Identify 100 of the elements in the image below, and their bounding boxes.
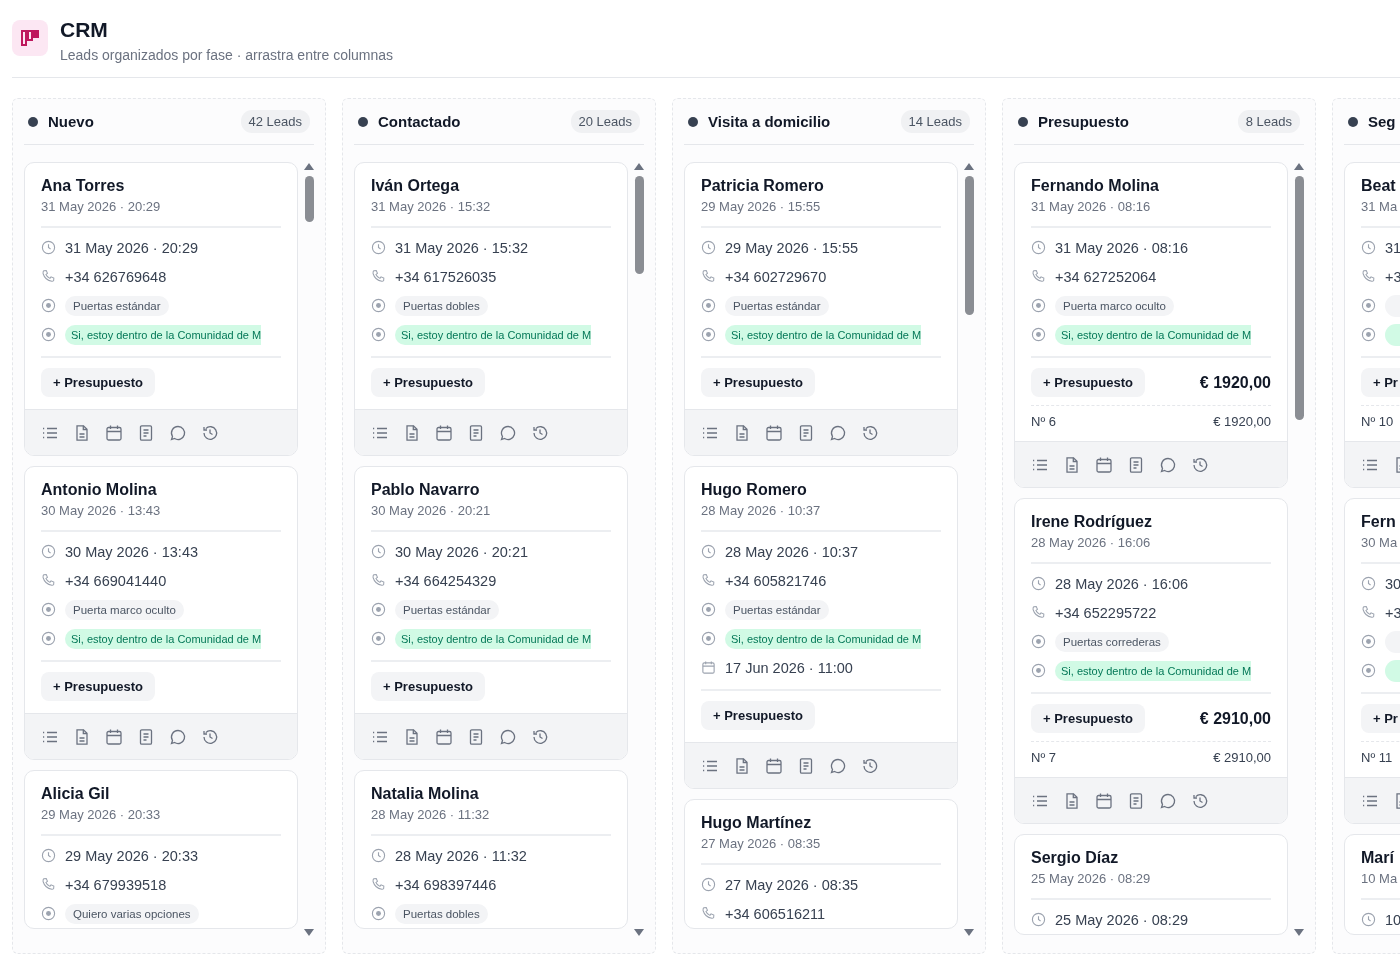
chat-icon[interactable] — [829, 423, 847, 442]
scroll-down-icon[interactable] — [964, 929, 974, 937]
scroll-down-icon[interactable] — [1294, 929, 1304, 937]
calendar-icon[interactable] — [105, 423, 123, 442]
phone-number: +34 652295722 — [1055, 604, 1157, 621]
document-icon[interactable] — [403, 727, 421, 746]
calendar-icon[interactable] — [765, 423, 783, 442]
phone-icon — [371, 269, 386, 284]
notes-icon[interactable] — [1127, 791, 1145, 810]
lead-name: Hugo Romero — [701, 480, 808, 500]
lead-card[interactable]: Ana Torres 31 May 2026 · 20:29 31 May 2026 · 20:29 +34 626769648 Puertas estándar Si, estoy dentro de la Comunidad de M + Presupuesto — [24, 162, 298, 456]
lead-card[interactable]: Irene Rodríguez 28 May 2026 · 16:06 28 May 2026 · 16:06 +34 652295722 Puertas correderas Si, estoy dentro de la Comunidad de M + Presupuesto € 2910,00 Nº 7 € 2910,00 — [1014, 498, 1288, 824]
lead-card[interactable]: Natalia Molina 28 May 2026 · 11:32 28 May 2026 · 11:32 +34 698397446 Puertas dobles — [354, 770, 628, 929]
history-icon[interactable] — [861, 423, 879, 442]
clock-icon — [701, 544, 716, 559]
scrollbar-thumb[interactable] — [1294, 176, 1304, 420]
document-icon[interactable] — [1063, 791, 1081, 810]
date-time: 25 May 2026 · 08:29 — [1055, 911, 1188, 928]
scroll-down-icon[interactable] — [304, 929, 314, 937]
chat-icon[interactable] — [829, 756, 847, 775]
lead-card[interactable]: Hugo Romero 28 May 2026 · 10:37 28 May 2026 · 10:37 +34 605821746 Puertas estándar Si, estoy dentro de la Comunidad de M 17 Jun 2026 · 11:00 + Presupuesto — [684, 466, 958, 789]
add-quote-button[interactable]: + Pr — [1361, 704, 1400, 733]
add-quote-button[interactable]: + Presupuesto — [41, 368, 155, 397]
lead-date: 31 Ma — [1361, 198, 1399, 216]
lead-card[interactable]: Pablo Navarro 30 May 2026 · 20:21 30 May 2026 · 20:21 +34 664254329 Puertas estándar Si, estoy dentro de la Comunidad de M + Presupuesto — [354, 466, 628, 760]
history-icon[interactable] — [1191, 791, 1209, 810]
radio-icon — [1031, 634, 1046, 649]
product-tag: Puertas dobles — [395, 295, 488, 316]
scroll-up-icon[interactable] — [634, 162, 644, 170]
calendar-icon[interactable] — [435, 423, 453, 442]
calendar-icon[interactable] — [765, 756, 783, 775]
calendar-icon[interactable] — [435, 727, 453, 746]
add-quote-button[interactable]: + Pr — [1361, 368, 1400, 397]
document-icon[interactable] — [403, 423, 421, 442]
add-quote-button[interactable]: + Presupuesto — [1031, 368, 1145, 397]
lead-card[interactable]: Alicia Gil 29 May 2026 · 20:33 29 May 2026 · 20:33 +34 679939518 Quiero varias opciones — [24, 770, 298, 929]
history-icon[interactable] — [201, 727, 219, 746]
notes-icon[interactable] — [137, 727, 155, 746]
lead-date: 28 May 2026 · 11:32 — [371, 806, 491, 824]
scrollbar-thumb[interactable] — [964, 176, 974, 315]
lead-card[interactable]: Marí 10 Ma 10 — [1344, 834, 1400, 935]
chat-icon[interactable] — [499, 727, 517, 746]
add-quote-button[interactable]: + Presupuesto — [371, 368, 485, 397]
chat-icon[interactable] — [169, 727, 187, 746]
add-quote-button[interactable]: + Presupuesto — [41, 672, 155, 701]
phone-number: +34 669041440 — [65, 572, 167, 589]
notes-icon[interactable] — [797, 756, 815, 775]
lead-card[interactable]: Iván Ortega 31 May 2026 · 15:32 31 May 2026 · 15:32 +34 617526035 Puertas dobles Si, estoy dentro de la Comunidad de M + Presupuesto — [354, 162, 628, 456]
document-icon[interactable] — [733, 756, 751, 775]
scroll-up-icon[interactable] — [964, 162, 974, 170]
scroll-up-icon[interactable] — [1294, 162, 1304, 170]
calendar-icon[interactable] — [1095, 791, 1113, 810]
history-icon[interactable] — [531, 727, 549, 746]
calendar-icon[interactable] — [1095, 455, 1113, 474]
chat-icon[interactable] — [169, 423, 187, 442]
history-icon[interactable] — [201, 423, 219, 442]
notes-icon[interactable] — [137, 423, 155, 442]
notes-icon[interactable] — [1127, 455, 1145, 474]
chat-icon[interactable] — [1159, 455, 1177, 474]
calendar-icon[interactable] — [105, 727, 123, 746]
phone-icon — [41, 877, 56, 892]
add-quote-button[interactable]: + Presupuesto — [701, 701, 815, 730]
chat-icon[interactable] — [499, 423, 517, 442]
history-icon[interactable] — [1191, 455, 1209, 474]
notes-icon[interactable] — [467, 423, 485, 442]
document-icon[interactable] — [1063, 455, 1081, 474]
lead-name: Marí — [1361, 848, 1395, 868]
lead-card[interactable]: Antonio Molina 30 May 2026 · 13:43 30 May 2026 · 13:43 +34 669041440 Puerta marco oculto Si, estoy dentro de la Comunidad de M + Presupuesto — [24, 466, 298, 760]
scroll-up-icon[interactable] — [304, 162, 314, 170]
lead-card[interactable]: Sergio Díaz 25 May 2026 · 08:29 25 May 2026 · 08:29 — [1014, 834, 1288, 935]
phone-icon — [41, 573, 56, 588]
column-title: Visita a domicilio — [708, 113, 832, 130]
scroll-down-icon[interactable] — [634, 929, 644, 937]
notes-icon[interactable] — [467, 727, 485, 746]
clock-icon — [371, 544, 386, 559]
chat-icon[interactable] — [1159, 791, 1177, 810]
scrollbar-thumb[interactable] — [304, 176, 314, 222]
add-quote-button[interactable]: + Presupuesto — [371, 672, 485, 701]
product-tag: Puertas estándar — [65, 295, 169, 316]
document-icon[interactable] — [73, 423, 91, 442]
notes-icon[interactable] — [797, 423, 815, 442]
product-tag: Puerta marco oculto — [1055, 295, 1174, 316]
document-icon[interactable] — [733, 423, 751, 442]
phone-icon — [371, 573, 386, 588]
scrollbar-thumb[interactable] — [634, 176, 644, 274]
column-title: Presupuesto — [1038, 113, 1130, 130]
lead-card[interactable]: Fern 30 Ma 30 +3 + Pr Nº 11 — [1344, 498, 1400, 824]
document-icon[interactable] — [73, 727, 91, 746]
lead-card[interactable]: Hugo Martínez 27 May 2026 · 08:35 27 May 2026 · 08:35 +34 606516211 — [684, 799, 958, 929]
lead-card[interactable]: Patricia Romero 29 May 2026 · 15:55 29 May 2026 · 15:55 +34 602729670 Puertas estándar Si, estoy dentro de la Comunidad de M + Presupuesto — [684, 162, 958, 456]
lead-card[interactable]: Fernando Molina 31 May 2026 · 08:16 31 May 2026 · 08:16 +34 627252064 Puerta marco oculto Si, estoy dentro de la Comunidad de M + Presupuesto € 1920,00 Nº 6 € 1920,00 — [1014, 162, 1288, 488]
clock-icon — [41, 240, 56, 255]
history-icon[interactable] — [861, 756, 879, 775]
phone-number: +34 605821746 — [725, 572, 827, 589]
clock-icon — [371, 240, 386, 255]
history-icon[interactable] — [531, 423, 549, 442]
add-quote-button[interactable]: + Presupuesto — [701, 368, 815, 397]
add-quote-button[interactable]: + Presupuesto — [1031, 704, 1145, 733]
date-time: 27 May 2026 · 08:35 — [725, 876, 858, 893]
lead-card[interactable]: Beat 31 Ma 31 +3 + Pr Nº 10 — [1344, 162, 1400, 488]
